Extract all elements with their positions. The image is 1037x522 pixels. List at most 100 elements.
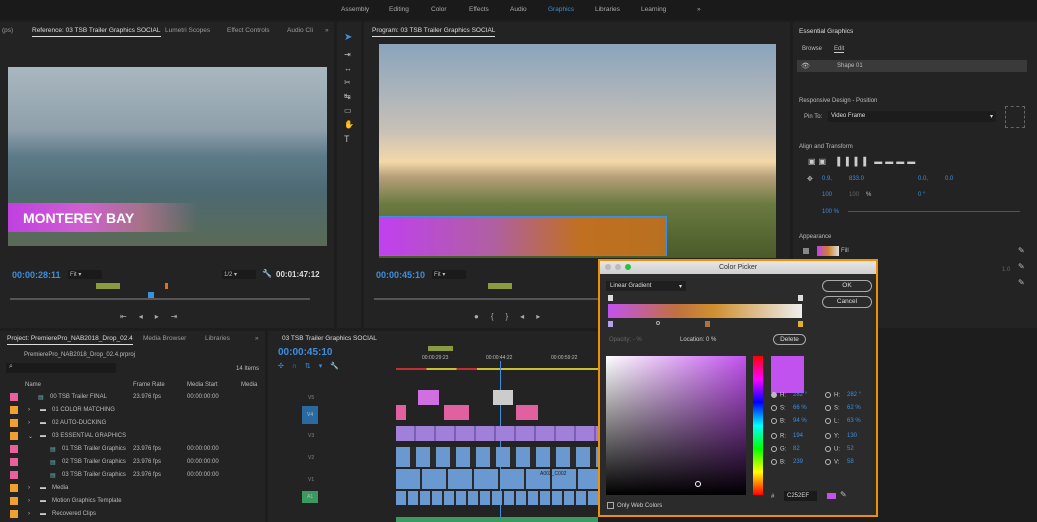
color-field[interactable] [606,356,746,495]
tab-lumetri-scopes[interactable]: Lumetri Scopes [165,27,210,34]
disclosure-triangle[interactable]: › [28,498,30,504]
rectangle-icon[interactable]: ▭ [344,106,352,115]
workspace-audio[interactable]: Audio [510,6,527,13]
radio-button[interactable] [825,459,831,465]
track-v4[interactable]: V4 [302,406,318,424]
opacity-stop[interactable] [608,295,613,301]
opacity-value[interactable]: 100 % [822,209,839,215]
disclosure-triangle[interactable]: › [28,407,30,413]
workspace-libraries[interactable]: Libraries [595,6,620,13]
scrub-bar[interactable] [10,298,310,300]
list-item[interactable]: ▤ 01 TSB Trailer Graphics 23.976 fps 00:00:… [0,443,258,456]
tab-effect-controls[interactable]: Effect Controls [227,27,270,34]
clip[interactable] [396,405,406,420]
workspace-color[interactable]: Color [431,6,447,13]
label-color[interactable] [10,484,18,492]
workspace-assembly[interactable]: Assembly [341,6,369,13]
radio-button[interactable] [771,405,777,411]
ok-button[interactable]: OK [822,280,872,292]
track-v5[interactable]: V5 [308,395,314,401]
position-y[interactable]: 833.0 [849,176,864,182]
radio-button[interactable] [771,459,777,465]
ripple-edit-icon[interactable]: ↔ [344,64,352,73]
list-item[interactable]: › ▬ Motion Graphics Template [0,495,258,508]
color-stop[interactable] [608,321,613,327]
align-buttons[interactable]: ▣▣ ▐▐▐▐ ▬▬▬▬ [808,157,918,166]
fill-swatch[interactable] [817,246,839,256]
label-color[interactable] [10,406,18,414]
radio-button[interactable] [825,418,831,424]
v2-clips[interactable] [396,447,598,467]
gradient-shape[interactable] [379,216,667,256]
selection-tool-icon[interactable]: ➤ [344,32,352,43]
yuv-field[interactable]: U: 52 [825,446,854,453]
wrench-icon[interactable]: 🔧 [262,269,272,278]
tab-program[interactable]: Program: 03 TSB Trailer Graphics SOCIAL [372,27,496,37]
anchor-x[interactable]: 0.0, [918,176,928,182]
midpoint[interactable] [656,321,660,325]
graphic-clip[interactable] [418,390,439,405]
disclosure-triangle[interactable]: › [28,420,30,426]
rgb-field[interactable]: G: 82 [771,446,800,453]
list-item[interactable]: ▤ 02 TSB Trailer Graphics 23.976 fps 00:00:… [0,456,258,469]
fill-checkbox[interactable] [803,248,809,254]
label-color[interactable] [10,432,18,440]
fit-dropdown[interactable]: Fit ▾ [68,270,102,279]
track-v2[interactable]: V2 [308,455,314,461]
graphic-clip[interactable] [493,390,513,405]
scale-value[interactable]: 100 [822,192,832,198]
yuv-field[interactable]: Y: 130 [825,433,857,440]
disclosure-triangle[interactable]: › [28,511,30,517]
gradient-bar[interactable] [608,304,802,318]
workspace-learning[interactable]: Learning [641,6,666,13]
source-timecode[interactable]: 00:00:28:11 [12,270,61,280]
location-value[interactable]: 0 % [706,337,716,343]
workspace-editing[interactable]: Editing [389,6,409,13]
list-item[interactable]: › ▬ 02 AUTO-DUCKING [0,417,258,430]
track-v1[interactable]: V1 [308,477,314,483]
razor-icon[interactable]: ✂ [344,78,351,87]
hand-icon[interactable]: ✋ [344,120,354,129]
tab-edit[interactable]: Edit [834,46,845,53]
eye-icon[interactable]: 👁 [801,62,810,70]
workspace-more[interactable]: » [697,6,701,13]
opacity-stop[interactable] [798,295,803,301]
col-frame-rate[interactable]: Frame Rate [133,382,165,388]
a2-clips[interactable] [396,517,598,522]
eyedropper-icon[interactable]: ✎ [1018,262,1025,271]
cancel-button[interactable]: Cancel [822,296,872,308]
track-select-icon[interactable]: ⇥ [344,50,351,59]
opacity-slider[interactable] [848,211,1020,212]
col-media[interactable]: Media [241,382,257,388]
playhead[interactable] [148,292,154,298]
list-item[interactable]: ▤ 00 TSB Trailer FINAL 23.976 fps 00:00:00:… [0,391,258,404]
program-timecode[interactable]: 00:00:45:10 [376,270,425,280]
radio-button[interactable] [825,433,831,439]
transport-controls[interactable]: ⇤◂▸⇥ [120,312,189,321]
tab-more[interactable]: » [325,27,329,34]
label-color[interactable] [10,510,18,518]
radio-button[interactable] [771,433,777,439]
tab-project[interactable]: Project: PremierePro_NAB2018_Drop_02.4 [7,335,133,345]
color-stop[interactable] [705,321,710,327]
anchor-y[interactable]: 0.0 [945,176,953,182]
hue-slider[interactable] [753,356,763,495]
tab-more[interactable]: » [255,335,259,342]
tab-media-browser[interactable]: Media Browser [143,335,186,342]
list-item[interactable]: › ▬ Media [0,482,258,495]
layer-row[interactable]: 👁 Shape 01 [797,60,1027,72]
tab-audio-clip[interactable]: Audio Cli [287,27,313,34]
label-color[interactable] [10,458,18,466]
color-field-cursor[interactable] [695,481,701,487]
label-color[interactable] [10,497,18,505]
radio-button[interactable] [771,418,777,424]
a1-clips[interactable] [396,491,598,505]
clip[interactable] [444,405,469,420]
timeline-tools[interactable]: ✣∩⇅▾🔧 [278,362,347,370]
resolution-dropdown[interactable]: 1/2 ▾ [222,270,256,279]
hsb-field[interactable]: B: 94 % [771,418,807,425]
radio-button[interactable] [771,446,777,452]
list-item[interactable]: ▤ 03 TSB Trailer Graphics 23.976 fps 00:00:… [0,469,258,482]
tab-prev[interactable]: (ps) [2,27,13,34]
eyedropper-icon[interactable]: ✎ [1018,246,1025,255]
